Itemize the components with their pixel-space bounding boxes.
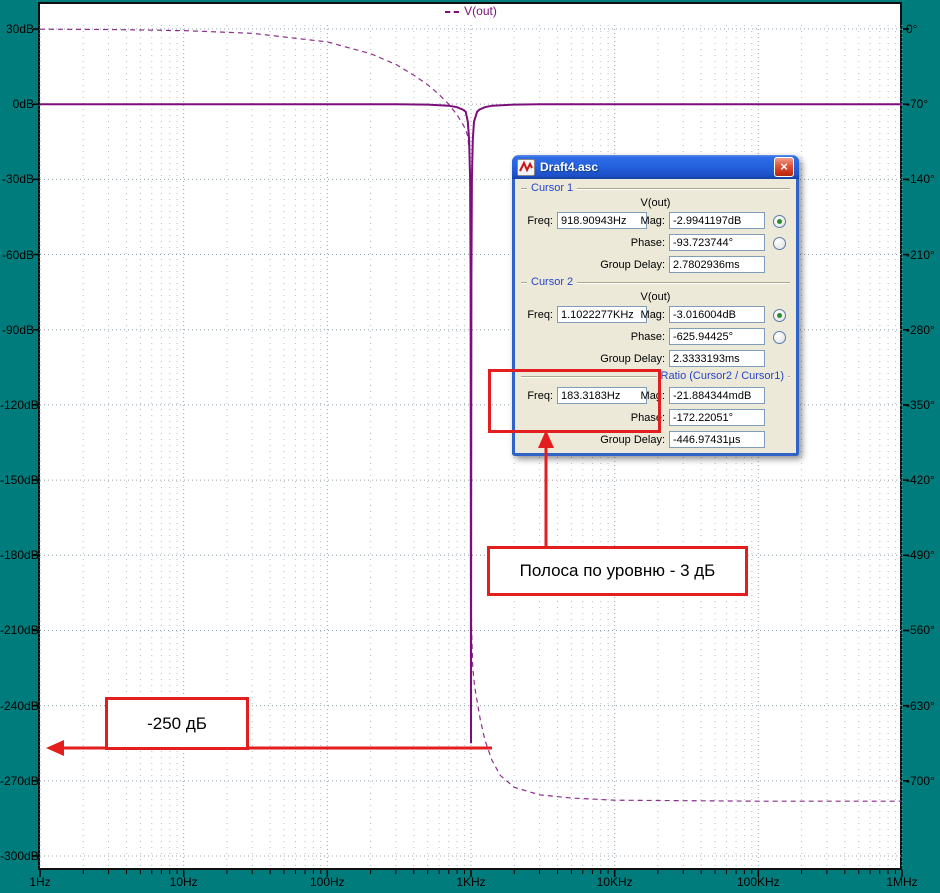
dialog-titlebar[interactable]: Draft4.asc × bbox=[512, 155, 799, 179]
frequency-axis-label: 100KHz bbox=[736, 875, 780, 889]
cursor1-group-delay-field[interactable] bbox=[669, 256, 765, 273]
cursor2-group-delay-label: Group Delay: bbox=[600, 353, 665, 365]
cursor2-rows: Freq: Mag: Phase: Group Delay: bbox=[517, 304, 794, 370]
cursor1-group-delay-label: Group Delay: bbox=[600, 259, 665, 271]
ratio-mag-label: Mag: bbox=[640, 390, 665, 402]
frequency-axis-label: 10KHz bbox=[596, 875, 633, 889]
cursor2-header: Cursor 2 bbox=[519, 275, 792, 290]
ratio-header-label: Ratio (Cursor2 / Cursor1) bbox=[656, 370, 788, 382]
bottom-axis-frequency-labels: 1Hz 10Hz 100Hz 1KHz 10KHz 100KHz 1MHz bbox=[0, 0, 940, 893]
bandwidth-annotation-box: Полоса по уровню - 3 дБ bbox=[487, 546, 748, 596]
ratio-mag-field[interactable] bbox=[669, 387, 765, 404]
cursor2-mag-field[interactable] bbox=[669, 306, 765, 323]
cursor2-mag-radio[interactable] bbox=[773, 309, 786, 322]
cursor1-mag-radio[interactable] bbox=[773, 215, 786, 228]
cursor1-header: Cursor 1 bbox=[519, 181, 792, 196]
cursor2-group-delay-field[interactable] bbox=[669, 350, 765, 367]
cursor2-phase-label: Phase: bbox=[630, 331, 665, 343]
frequency-axis-label: 1MHz bbox=[886, 875, 918, 889]
cursor1-phase-field[interactable] bbox=[669, 234, 765, 251]
cursor1-freq-label: Freq: bbox=[527, 215, 553, 227]
cursor1-mag-label: Mag: bbox=[640, 215, 665, 227]
cursor2-mag-label: Mag: bbox=[640, 309, 665, 321]
frequency-axis-label: 100Hz bbox=[309, 875, 345, 889]
cursor1-trace-name: V(out) bbox=[640, 197, 671, 209]
cursor2-header-label: Cursor 2 bbox=[527, 276, 578, 288]
ltspice-icon bbox=[517, 158, 535, 176]
ratio-freq-label: Freq: bbox=[527, 390, 553, 402]
cursor2-phase-field[interactable] bbox=[669, 328, 765, 345]
frequency-axis-label: 1Hz bbox=[29, 875, 51, 889]
cursor1-phase-label: Phase: bbox=[630, 237, 665, 249]
frequency-axis-label: 10Hz bbox=[169, 875, 198, 889]
cursor2-freq-label: Freq: bbox=[527, 309, 553, 321]
cursor1-phase-radio[interactable] bbox=[773, 237, 786, 250]
ratio-section: Ratio (Cursor2 / Cursor1) Freq: Mag: Pha… bbox=[517, 369, 794, 451]
cursor-dialog-window: Draft4.asc × Cursor 1 V(out) Freq: Mag: … bbox=[512, 155, 799, 456]
ratio-header: Ratio (Cursor2 / Cursor1) bbox=[519, 369, 792, 384]
level-annotation-box: -250 дБ bbox=[105, 697, 249, 750]
close-button[interactable]: × bbox=[774, 157, 794, 177]
cursor2-trace-name: V(out) bbox=[640, 291, 671, 303]
ratio-group-delay-field[interactable] bbox=[669, 431, 765, 448]
ratio-phase-field[interactable] bbox=[669, 409, 765, 426]
frequency-axis-label: 1KHz bbox=[456, 875, 486, 889]
ratio-rows: Freq: Mag: Phase: Group Delay: bbox=[517, 385, 794, 451]
cursor1-mag-field[interactable] bbox=[669, 212, 765, 229]
close-icon: × bbox=[780, 159, 788, 174]
dialog-title: Draft4.asc bbox=[540, 160, 599, 174]
cursor1-section: Cursor 1 V(out) Freq: Mag: Phase: Group … bbox=[517, 181, 794, 275]
ratio-group-delay-label: Group Delay: bbox=[600, 434, 665, 446]
cursor2-section: Cursor 2 V(out) Freq: Mag: Phase: Group … bbox=[517, 275, 794, 369]
dialog-content: Cursor 1 V(out) Freq: Mag: Phase: Group … bbox=[515, 179, 796, 453]
cursor1-rows: Freq: Mag: Phase: Group Delay: bbox=[517, 210, 794, 276]
cursor1-header-label: Cursor 1 bbox=[527, 182, 578, 194]
ratio-phase-label: Phase: bbox=[630, 412, 665, 424]
cursor2-phase-radio[interactable] bbox=[773, 331, 786, 344]
